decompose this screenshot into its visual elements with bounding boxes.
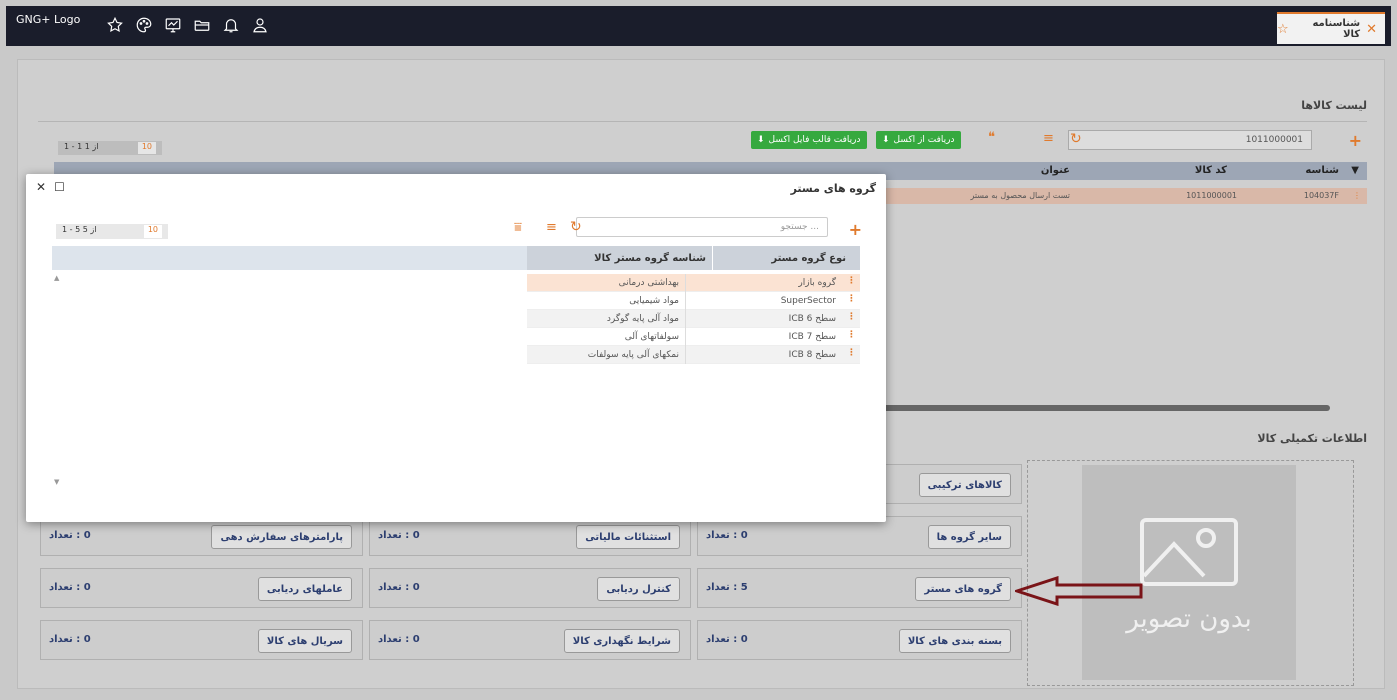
- scroll-down-icon[interactable]: ▼: [54, 478, 59, 486]
- list-title: لیست کالاها: [1301, 99, 1367, 112]
- col-group-type: نوع گروه مستر: [712, 246, 860, 270]
- cell-packaging: بسته بندی های کالا 0 : تعداد: [697, 620, 1022, 660]
- modal-pager[interactable]: 1 - 5 از 5 10: [56, 224, 168, 239]
- template-label: دریافت قالب فایل اکسل: [768, 135, 861, 145]
- page-size[interactable]: 10: [137, 142, 156, 154]
- add-icon[interactable]: +: [1349, 131, 1362, 150]
- folder-open-icon[interactable]: [193, 16, 211, 34]
- filter-icon[interactable]: ⩸: [514, 220, 522, 235]
- packaging-count: 0 : تعداد: [706, 634, 748, 645]
- tracking-control-button[interactable]: کنترل ردیابی: [597, 577, 680, 601]
- download-icon: ⬇: [882, 135, 890, 145]
- top-icons: [106, 16, 269, 34]
- order-params-count: 0 : تعداد: [49, 530, 91, 541]
- list-pager[interactable]: 1 - 1 از 1 10: [58, 141, 162, 155]
- app-logo: GNG+ Logo: [16, 13, 81, 26]
- close-icon[interactable]: ✕: [1366, 22, 1377, 37]
- list-icon[interactable]: ≡: [1043, 131, 1054, 146]
- cell-storage: شرایط نگهداری کالا 0 : تعداد: [369, 620, 691, 660]
- refresh-icon[interactable]: ↻: [570, 219, 582, 235]
- list-icon[interactable]: ≡: [546, 220, 557, 235]
- maximize-icon[interactable]: ☐: [54, 180, 65, 194]
- extra-info-title: اطلاعات تکمیلی کالا: [1257, 432, 1367, 445]
- table-row[interactable]: مواد شیمیایی SuperSector ⋮: [527, 292, 860, 310]
- tracking-factors-button[interactable]: عاملهای ردیابی: [257, 577, 352, 601]
- cell-tracking-factors: عاملهای ردیابی 0 : تعداد: [40, 568, 363, 608]
- cell-serials: سریال های کالا 0 : تعداد: [40, 620, 363, 660]
- thumbs-icon[interactable]: ❝: [988, 130, 995, 145]
- modal-search-input[interactable]: جستجو ...: [576, 217, 828, 237]
- cell-master-groups: گروه های مستر 5 : تعداد: [697, 568, 1022, 608]
- pager-range: 1 - 1 از 1: [64, 142, 99, 151]
- vertical-scrollbar[interactable]: ▲ ▼: [52, 270, 62, 490]
- cell-other-groups: سایر گروه ها 0 : تعداد: [697, 516, 1022, 556]
- other-groups-button[interactable]: سایر گروه ها: [927, 525, 1011, 549]
- tracking-control-count: 0 : تعداد: [378, 582, 420, 593]
- window-controls: ✕ ☐: [36, 180, 65, 194]
- packaging-button[interactable]: بسته بندی های کالا: [898, 629, 1011, 653]
- master-groups-button[interactable]: گروه های مستر: [915, 577, 1011, 601]
- bell-icon[interactable]: [222, 16, 240, 34]
- col-code: کد کالا: [1194, 165, 1227, 176]
- palette-icon[interactable]: [135, 16, 153, 34]
- tax-button[interactable]: استثنائات مالیاتی: [576, 525, 680, 549]
- annotation-arrow-icon: [1015, 576, 1143, 606]
- horizontal-scrollbar[interactable]: [880, 405, 1330, 411]
- star-icon[interactable]: ☆: [1277, 22, 1289, 37]
- scroll-up-icon[interactable]: ▲: [54, 274, 59, 282]
- import-excel-button[interactable]: دریافت از اکسل ⬇: [876, 131, 961, 149]
- serials-count: 0 : تعداد: [49, 634, 91, 645]
- master-groups-count: 5 : تعداد: [706, 582, 748, 593]
- pager-range: 1 - 5 از 5: [62, 225, 97, 234]
- row-menu-icon[interactable]: ⋮: [847, 312, 856, 322]
- table-row[interactable]: ⋮ 104037F 1011000001 تست ارسال محصول به …: [880, 188, 1367, 204]
- col-id: شناسه: [1305, 165, 1339, 176]
- row-menu-icon[interactable]: ⋮: [847, 276, 856, 286]
- cell-tracking-control: کنترل ردیابی 0 : تعداد: [369, 568, 691, 608]
- page-size[interactable]: 10: [143, 225, 162, 238]
- refresh-icon[interactable]: ↻: [1070, 131, 1082, 147]
- user-icon[interactable]: [251, 16, 269, 34]
- col-title: عنوان: [1040, 165, 1070, 176]
- download-icon: ⬇: [757, 135, 765, 145]
- other-groups-count: 0 : تعداد: [706, 530, 748, 541]
- storage-button[interactable]: شرایط نگهداری کالا: [563, 629, 680, 653]
- close-icon[interactable]: ✕: [36, 180, 46, 194]
- serials-button[interactable]: سریال های کالا: [257, 629, 352, 653]
- row-menu-icon[interactable]: ⋮: [847, 348, 856, 358]
- image-icon: [1140, 517, 1238, 586]
- master-groups-modal: گروه های مستر ✕ ☐ + جستجو ... ↻ ≡ ⩸ 1 - …: [26, 174, 886, 522]
- order-params-button[interactable]: پارامترهای سفارش دهی: [211, 525, 352, 549]
- list-search-input[interactable]: 1011000001: [1068, 130, 1312, 150]
- modal-table-header: شناسه گروه مستر کالا نوع گروه مستر: [52, 246, 860, 270]
- no-image-placeholder: بدون تصویر: [1082, 465, 1296, 680]
- table-row[interactable]: بهداشتی درمانی گروه بازار ⋮: [527, 274, 860, 292]
- tracking-factors-count: 0 : تعداد: [49, 582, 91, 593]
- table-row[interactable]: نمکهای آلی پایه سولفات ICB سطح 8 ⋮: [527, 346, 860, 364]
- chart-icon[interactable]: [164, 16, 182, 34]
- combo-button[interactable]: کالاهای ترکیبی: [918, 473, 1011, 497]
- storage-count: 0 : تعداد: [378, 634, 420, 645]
- tab-label: شناسنامه کالا: [1312, 18, 1361, 40]
- row-menu-icon[interactable]: ⋮: [1353, 191, 1361, 200]
- col-group-id: شناسه گروه مستر کالا: [527, 246, 712, 270]
- add-icon[interactable]: +: [849, 220, 862, 239]
- top-bar: GNG+ Logo ✕ شناسنامه کالا ☆: [6, 6, 1391, 46]
- filter-icon[interactable]: ▼: [1351, 165, 1359, 176]
- cell-tax: استثنائات مالیاتی 0 : تعداد: [369, 516, 691, 556]
- table-row[interactable]: مواد آلی پایه گوگرد ICB سطح 6 ⋮: [527, 310, 860, 328]
- modal-title: گروه های مستر: [790, 182, 876, 195]
- row-menu-icon[interactable]: ⋮: [847, 294, 856, 304]
- template-excel-button[interactable]: دریافت قالب فایل اکسل ⬇: [751, 131, 867, 149]
- cell-order-params: پارامترهای سفارش دهی 0 : تعداد: [40, 516, 363, 556]
- tax-count: 0 : تعداد: [378, 530, 420, 541]
- row-menu-icon[interactable]: ⋮: [847, 330, 856, 340]
- table-row[interactable]: سولفاتهای آلی ICB سطح 7 ⋮: [527, 328, 860, 346]
- star-icon[interactable]: [106, 16, 124, 34]
- tab-product-id[interactable]: ✕ شناسنامه کالا ☆: [1277, 12, 1385, 44]
- divider: [38, 121, 1367, 122]
- no-image-text: بدون تصویر: [1126, 603, 1252, 634]
- import-label: دریافت از اکسل: [893, 135, 955, 145]
